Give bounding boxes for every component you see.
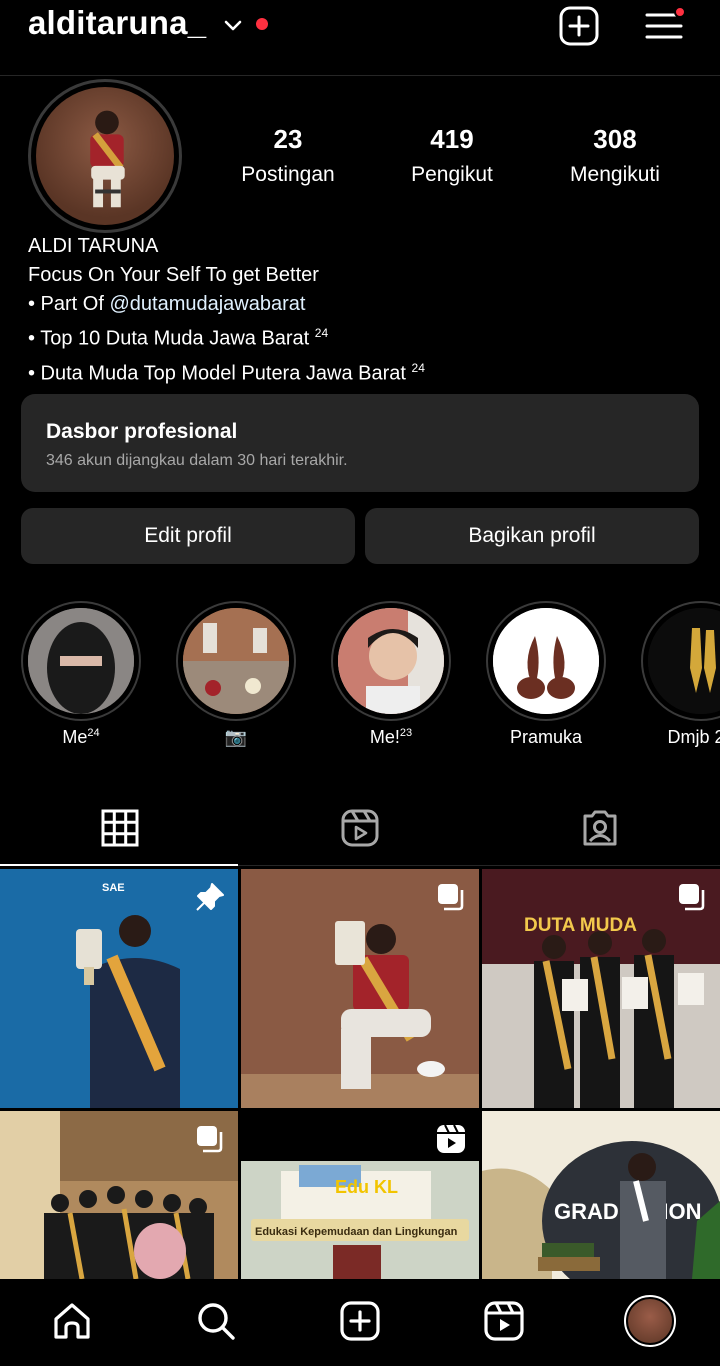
posts-count: 23 [273, 124, 303, 154]
highlight-dmjb[interactable]: Dmjb 20 [640, 601, 720, 748]
followers-label: Pengikut [411, 163, 493, 186]
share-profile-button[interactable]: Bagikan profil [365, 508, 699, 564]
nav-search[interactable] [192, 1297, 240, 1345]
following-count: 308 [593, 124, 637, 154]
svg-text:Edukasi Kepemudaan dan Lingkun: Edukasi Kepemudaan dan Lingkungan [255, 1226, 458, 1238]
stat-posts[interactable]: 23 Postingan [218, 124, 358, 187]
nav-home[interactable] [48, 1297, 96, 1345]
post-thumbnail[interactable] [241, 869, 479, 1108]
bio-line: • Duta Muda Top Model Putera Jawa Barat … [28, 360, 425, 385]
highlight-me23[interactable]: Me!23 [330, 601, 452, 748]
bio-line: • Part Of @dutamudajawabarat [28, 293, 306, 315]
mention-link[interactable]: @dutamudajawabarat [109, 293, 305, 315]
posts-label: Postingan [241, 163, 335, 186]
stat-following[interactable]: 308 Mengikuti [545, 124, 685, 187]
tab-posts-grid[interactable] [0, 790, 240, 866]
profile-tabs [0, 790, 720, 866]
reel-icon [437, 1124, 465, 1153]
top-bar: alditaruna_ [0, 0, 720, 76]
followers-count: 419 [430, 124, 474, 154]
highlight-label: Dmjb 20 [667, 727, 720, 747]
post-thumbnail[interactable]: GRADUATION [482, 1111, 720, 1279]
tab-tagged[interactable] [480, 790, 720, 866]
notification-dot [256, 18, 268, 30]
post-thumbnail[interactable]: DUTA MUDA [482, 869, 720, 1108]
search-icon [198, 1303, 235, 1340]
chevron-down-icon[interactable] [222, 14, 244, 36]
tab-reels[interactable] [240, 790, 480, 866]
highlight-me24[interactable]: Me24 [20, 601, 142, 748]
carousel-icon [438, 884, 464, 911]
highlight-label: 📷 [224, 727, 248, 747]
bio-line: • Top 10 Duta Muda Jawa Barat 24 [28, 326, 329, 350]
profile-avatar[interactable] [28, 79, 182, 233]
highlight-cover [648, 608, 720, 714]
highlight-pramuka[interactable]: Pramuka [485, 601, 607, 748]
professional-dashboard-card[interactable]: Dasbor profesional 346 akun dijangkau da… [21, 394, 699, 492]
post-thumbnail[interactable]: SAE [0, 869, 238, 1108]
menu-notification-dot [674, 6, 686, 18]
pin-icon [196, 883, 224, 911]
profile-avatar-small [624, 1295, 676, 1347]
reels-icon [341, 809, 379, 847]
following-label: Mengikuti [570, 163, 660, 186]
stat-followers[interactable]: 419 Pengikut [382, 124, 522, 187]
username[interactable]: alditaruna_ [28, 4, 206, 42]
profile-name: ALDI TARUNA [28, 235, 159, 257]
highlight-cover [338, 608, 444, 714]
highlight-label: Me24 [62, 727, 100, 747]
bottom-navigation [0, 1279, 720, 1366]
svg-text:SAE: SAE [102, 882, 125, 894]
bio-line: Focus On Your Self To get Better [28, 264, 319, 286]
dashboard-subtitle: 346 akun dijangkau dalam 30 hari terakhi… [46, 452, 348, 469]
tagged-icon [583, 810, 617, 846]
grid-icon [101, 809, 139, 847]
highlight-cover [28, 608, 134, 714]
nav-profile[interactable] [622, 1293, 678, 1349]
post-thumbnail[interactable]: Edu KL Edukasi Kepemudaan dan Lingkungan [241, 1111, 479, 1279]
reels-icon [484, 1301, 524, 1341]
svg-text:Edu KL: Edu KL [335, 1177, 398, 1197]
profile-bio: ALDI TARUNA Focus On Your Self To get Be… [28, 232, 425, 388]
add-post-icon [340, 1301, 380, 1341]
carousel-icon [197, 1126, 223, 1153]
highlight-cover [493, 608, 599, 714]
create-post-icon[interactable] [558, 6, 600, 46]
highlight-cover [183, 608, 289, 714]
svg-text:DUTA MUDA: DUTA MUDA [524, 915, 637, 936]
home-icon [54, 1303, 90, 1339]
avatar-image [36, 87, 174, 225]
highlight-label: Me!23 [369, 727, 413, 747]
edit-profile-button[interactable]: Edit profil [21, 508, 355, 564]
nav-create[interactable] [336, 1297, 384, 1345]
nav-reels[interactable] [480, 1297, 528, 1345]
dashboard-title: Dasbor profesional [46, 420, 238, 443]
active-tab-indicator [0, 864, 238, 866]
highlight-camera[interactable]: 📷 [175, 601, 297, 748]
post-thumbnail[interactable] [0, 1111, 238, 1279]
carousel-icon [679, 884, 705, 911]
highlight-label: Pramuka [509, 727, 583, 747]
